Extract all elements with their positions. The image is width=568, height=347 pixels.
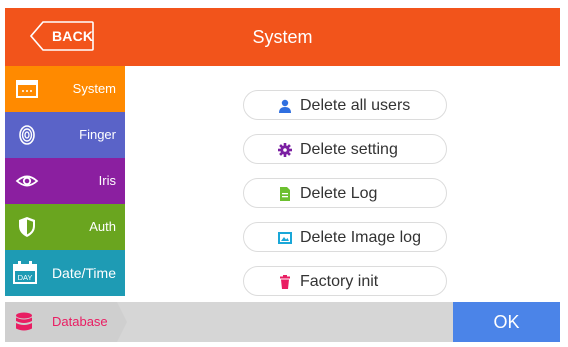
device-screen: System BACK System Finger Iris Auth DAY … xyxy=(5,8,560,342)
database-icon xyxy=(15,312,33,332)
action-label: Delete Image log xyxy=(300,229,421,246)
document-icon xyxy=(278,187,292,201)
fingerprint-icon xyxy=(15,124,39,146)
sidebar-item-iris[interactable]: Iris xyxy=(5,158,125,204)
calendar-icon: DAY xyxy=(11,260,39,286)
gear-icon xyxy=(278,143,292,157)
sidebar-item-label: Finger xyxy=(79,127,116,142)
delete-log-button[interactable]: Delete Log xyxy=(243,178,447,208)
header-bar: System BACK xyxy=(5,8,560,66)
sidebar-item-label: Auth xyxy=(89,219,116,234)
bottom-bar: Database OK xyxy=(5,302,560,342)
factory-init-button[interactable]: Factory init xyxy=(243,266,447,296)
delete-all-users-button[interactable]: Delete all users xyxy=(243,90,447,120)
sidebar-item-label: Iris xyxy=(98,173,116,188)
delete-image-log-button[interactable]: Delete Image log xyxy=(243,222,447,252)
sidebar-item-system[interactable]: System xyxy=(5,66,125,112)
user-icon xyxy=(278,99,292,113)
sidebar-item-label: Date/Time xyxy=(51,265,116,281)
sidebar: System Finger Iris Auth DAY Date/Time xyxy=(5,66,125,342)
sidebar-item-database[interactable]: Database xyxy=(5,302,127,342)
database-label: Database xyxy=(52,314,108,329)
sidebar-item-date-time[interactable]: DAY Date/Time xyxy=(5,250,125,296)
sidebar-item-label: System xyxy=(72,81,116,96)
trash-icon xyxy=(278,275,292,289)
window-icon xyxy=(15,78,39,100)
action-panel: Delete all users Delete setting Delete L… xyxy=(125,66,560,302)
back-button-label: BACK xyxy=(52,28,94,44)
delete-setting-button[interactable]: Delete setting xyxy=(243,134,447,164)
image-icon xyxy=(278,231,292,245)
ok-button[interactable]: OK xyxy=(453,302,560,342)
calendar-icon-text: DAY xyxy=(18,273,33,282)
eye-icon xyxy=(15,170,39,192)
action-label: Delete Log xyxy=(300,185,378,202)
back-button[interactable]: BACK xyxy=(30,21,94,51)
action-label: Delete all users xyxy=(300,97,411,114)
sidebar-item-finger[interactable]: Finger xyxy=(5,112,125,158)
action-label: Factory init xyxy=(300,273,379,290)
action-label: Delete setting xyxy=(300,141,398,158)
sidebar-item-auth[interactable]: Auth xyxy=(5,204,125,250)
shield-icon xyxy=(15,216,39,238)
